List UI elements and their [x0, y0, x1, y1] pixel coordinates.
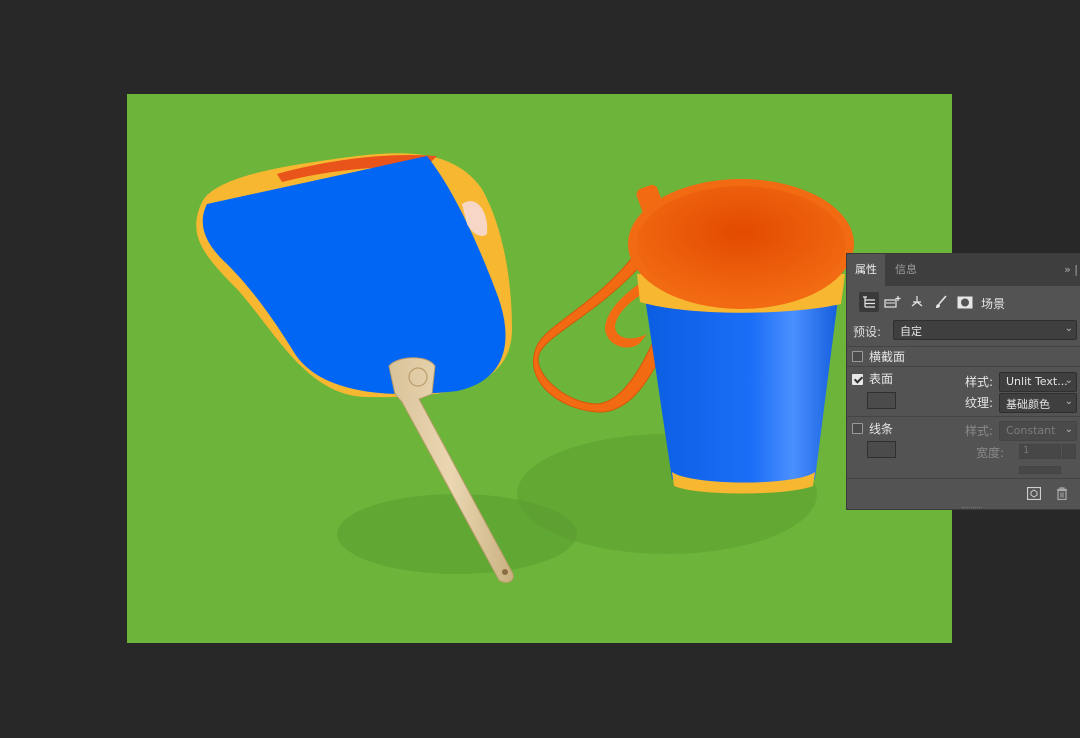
chevron-down-icon: ⌄: [1064, 323, 1073, 334]
lines-style-select[interactable]: Constant ⌄: [999, 421, 1077, 441]
preset-select[interactable]: 自定 ⌄: [893, 320, 1077, 340]
cup-inside: [637, 186, 845, 302]
surface-texture-value: 基础颜色: [1006, 398, 1050, 411]
coordinates-icon[interactable]: [907, 292, 927, 312]
cross-section-label: 横截面: [869, 350, 906, 364]
tab-properties[interactable]: 属性: [847, 254, 885, 286]
mesh-add-icon[interactable]: [883, 292, 903, 312]
lines-style-value: Constant: [1006, 424, 1056, 437]
render-icon[interactable]: [1026, 486, 1042, 504]
lines-width-stepper[interactable]: [1062, 444, 1076, 459]
trash-icon[interactable]: [1056, 487, 1068, 504]
preset-label: 预设:: [853, 325, 882, 339]
surface-style-select[interactable]: Unlit Text... ⌄: [999, 372, 1077, 392]
lines-label: 线条: [869, 422, 894, 436]
scene-list-icon[interactable]: [859, 292, 879, 312]
surface-color-swatch[interactable]: [867, 392, 896, 409]
preset-value: 自定: [900, 325, 922, 338]
lines-width-input[interactable]: 1: [1019, 444, 1061, 459]
surface-style-value: Unlit Text...: [1006, 375, 1068, 388]
surface-texture-label: 纹理:: [965, 396, 994, 410]
properties-panel: 属性 信息 » | 场景 预设: 自定 ⌄ 横截面 表面 样式: Unlit T…: [846, 253, 1080, 510]
surface-label: 表面: [869, 372, 894, 386]
chevron-down-icon: ⌄: [1064, 396, 1073, 407]
panel-footer: [847, 478, 1080, 510]
scene-label: 场景: [981, 297, 1006, 311]
lines-style-label: 样式:: [965, 424, 994, 438]
lines-extra-input[interactable]: [1019, 466, 1061, 474]
surface-texture-select[interactable]: 基础颜色 ⌄: [999, 393, 1077, 413]
tab-info[interactable]: 信息: [887, 254, 925, 286]
lines-width-label: 宽度:: [976, 446, 1005, 460]
divider: [847, 366, 1080, 367]
divider: [847, 346, 1080, 347]
mockup-artwork: [196, 153, 854, 583]
panel-resize-grip[interactable]: [962, 507, 982, 509]
chevron-down-icon: ⌄: [1064, 424, 1073, 435]
lines-color-swatch[interactable]: [867, 441, 896, 458]
cross-section-checkbox[interactable]: [852, 351, 863, 362]
document-canvas[interactable]: [127, 94, 952, 643]
lines-checkbox[interactable]: [852, 423, 863, 434]
preset-row: 预设: 自定 ⌄: [847, 320, 1080, 342]
double-chevron-right-icon[interactable]: » |: [1064, 263, 1078, 276]
divider: [847, 416, 1080, 417]
panel-tab-bar: 属性 信息 » |: [847, 254, 1080, 286]
surface-style-label: 样式:: [965, 375, 994, 389]
mask-icon[interactable]: [955, 292, 975, 312]
chevron-down-icon: ⌄: [1064, 375, 1073, 386]
brush-icon[interactable]: [931, 292, 951, 312]
properties-toolbar: 场景: [847, 290, 1080, 314]
surface-checkbox[interactable]: [852, 374, 863, 385]
